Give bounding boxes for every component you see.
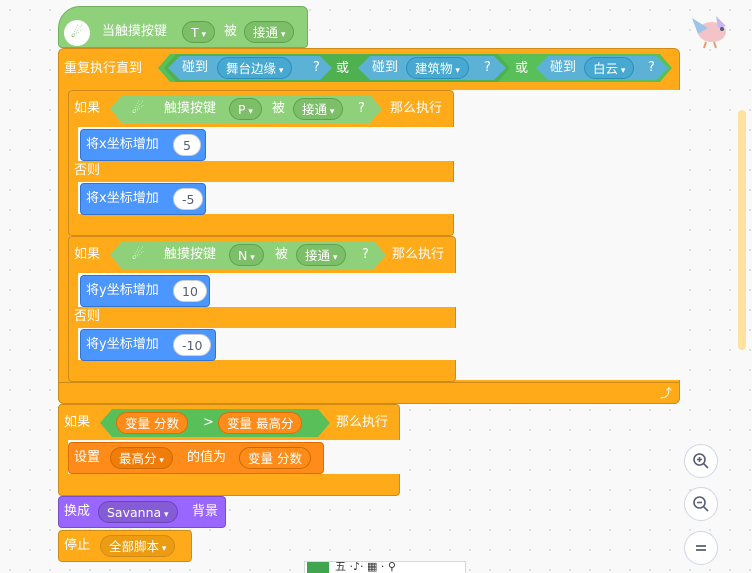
touching-label-2: 碰到 [372,60,399,75]
if-2-label: 如果 [74,247,101,262]
touching-q-2: ? [484,60,491,75]
if-1-q: ? [358,101,365,116]
repeat-until-label: 重复执行直到 [64,61,143,76]
vertical-scrollbar[interactable] [738,110,746,350]
if-1-state-dropdown[interactable]: 接通 [293,98,344,120]
zoom-in-icon[interactable] [684,444,718,478]
touching-target-1-dropdown[interactable]: 舞台边缘 [217,57,293,79]
repeat-until-bottom [58,382,680,404]
if-2-else-label: 否则 [74,309,101,324]
if-1-cond-icon: ☄ [131,101,145,117]
if-2-state-dropdown[interactable]: 接通 [296,244,347,266]
if-1-label: 如果 [74,101,101,116]
bottom-toolbar: 五 ·♪· ▦ · ⚲ [304,561,466,573]
change-y-value-2[interactable]: -10 [173,334,212,356]
set-mid-label: 的值为 [187,450,227,465]
variable-score-reporter[interactable]: 变量 分数 [116,412,188,434]
switch-label: 换成 [64,504,91,519]
loop-arrow-icon: ⤴ [660,386,673,400]
change-x-value-1[interactable]: 5 [173,134,201,156]
if-2-cond-icon: ☄ [131,247,145,263]
if-2-is-label: 被 [275,247,289,262]
if-2-cond-label: 触摸按键 [164,247,217,262]
touching-label-3: 碰到 [550,60,577,75]
change-x-label-1: 将x坐标增加 [86,137,159,152]
bottom-toolbar-text: 五 ·♪· ▦ · ⚲ [335,561,396,573]
if-1-else-label: 否则 [74,163,101,178]
or-label-2: 或 [515,61,529,76]
if-1-cond-label: 触摸按键 [164,101,217,116]
set-label: 设置 [74,450,101,465]
if-2-then-label: 那么执行 [392,247,445,262]
if-1-then-label: 那么执行 [390,101,443,116]
touching-q-3: ? [648,60,655,75]
set-variable-dropdown[interactable]: 最高分 [110,447,173,469]
stop-label: 停止 [64,538,91,553]
touching-label-1: 碰到 [182,60,209,75]
backdrop-dropdown[interactable]: Savanna [98,501,178,523]
hat-key-dropdown[interactable]: T [182,21,216,43]
hat-is-label: 被 [224,24,238,39]
touching-target-3-dropdown[interactable]: 白云 [584,57,635,79]
touching-target-2-dropdown[interactable]: 建筑物 [406,57,469,79]
change-y-label-1: 将y坐标增加 [86,283,159,298]
change-x-value-2[interactable]: -5 [173,188,204,210]
bottom-toolbar-logo-icon [307,562,329,573]
if-2-key-dropdown[interactable]: N [229,244,264,266]
sprite-mascot-icon[interactable] [686,12,732,50]
change-y-label-2: 将y坐标增加 [86,337,159,352]
if-3-label: 如果 [64,415,91,430]
hat-extension-icon: ☄ [64,20,90,46]
or-label-1: 或 [336,61,350,76]
if-3-then-label: 那么执行 [336,415,389,430]
hat-label: 当触摸按键 [102,24,168,39]
set-value-reporter[interactable]: 变量 分数 [239,447,311,469]
variable-highscore-reporter[interactable]: 变量 最高分 [218,412,303,434]
greater-than-symbol: > [203,415,214,430]
if-1-is-label: 被 [272,101,286,116]
change-x-label-2: 将x坐标增加 [86,191,159,206]
switch-suffix: 背景 [192,504,219,519]
stop-option-dropdown[interactable]: 全部脚本 [100,535,176,557]
if-2-q: ? [362,247,369,262]
if-1-key-dropdown[interactable]: P [229,98,262,120]
touching-q-1: ? [313,60,320,75]
hat-state-dropdown[interactable]: 接通 [244,21,295,43]
zoom-reset-icon[interactable] [684,531,718,565]
zoom-out-icon[interactable] [684,487,718,521]
change-y-value-1[interactable]: 10 [173,280,207,302]
